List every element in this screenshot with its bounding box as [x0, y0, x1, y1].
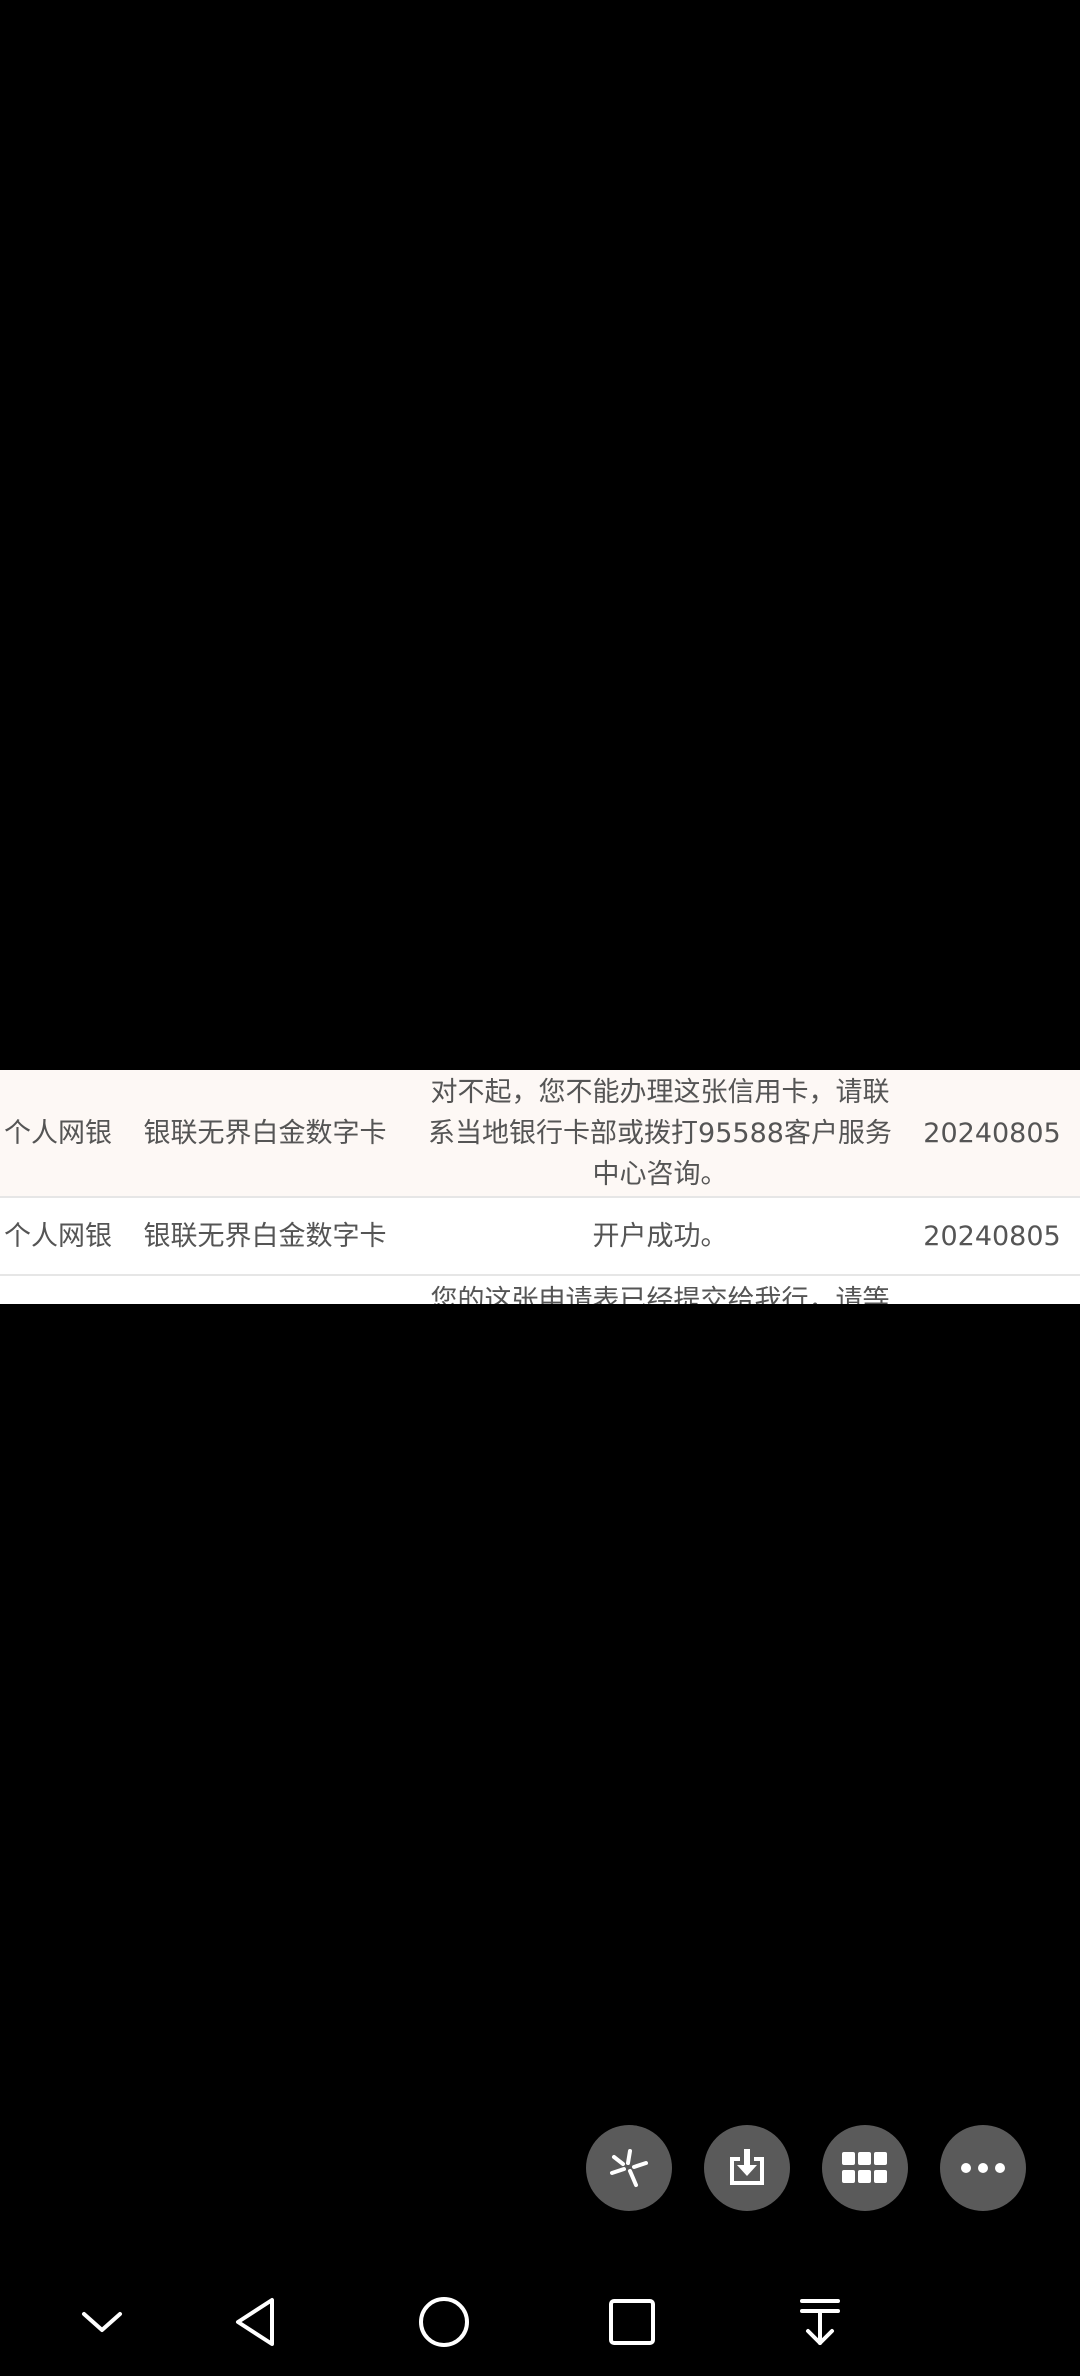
collapse-arrow-icon	[800, 2299, 840, 2345]
table-row[interactable]: 个人网银 银联无界白金数字卡 开户成功。 20240805	[0, 1198, 1080, 1276]
home-button[interactable]	[412, 2290, 476, 2354]
status-cell: 开户成功。	[592, 1220, 728, 1252]
navigation-bar	[0, 2268, 1080, 2376]
status-cell: 您的这张申请表已经提交给我行，请等待我	[430, 1285, 890, 1304]
recents-button[interactable]	[600, 2290, 664, 2354]
notification-pull-button[interactable]	[788, 2290, 852, 2354]
date-cell: 20240805	[923, 1117, 1061, 1149]
download-button[interactable]	[704, 2125, 790, 2211]
grid-icon	[842, 2152, 887, 2183]
hide-nav-button[interactable]	[70, 2290, 134, 2354]
table-row[interactable]: 个人网银 银联无界白金数字卡 对不起，您不能办理这张信用卡，请联系当地银行卡部或…	[0, 1070, 1080, 1198]
card-cell: 银联无界白金数字卡	[143, 1117, 387, 1149]
pinwheel-button[interactable]	[586, 2125, 672, 2211]
record-table[interactable]: 个人网银 银联无界白金数字卡 对不起，您不能办理这张信用卡，请联系当地银行卡部或…	[0, 1070, 1080, 1304]
back-triangle-icon	[236, 2298, 274, 2346]
chevron-down-icon	[82, 2312, 122, 2332]
back-button[interactable]	[224, 2290, 288, 2354]
channel-cell: 个人网银	[4, 1117, 112, 1149]
more-icon	[961, 2163, 1005, 2173]
pinwheel-icon	[610, 2149, 648, 2187]
channel-cell: 个人网银	[4, 1220, 112, 1252]
card-cell: 银联无界白金数字卡	[143, 1220, 387, 1252]
screen: 个人网银 银联无界白金数字卡 对不起，您不能办理这张信用卡，请联系当地银行卡部或…	[0, 0, 1080, 2376]
date-cell: 20240805	[923, 1220, 1061, 1252]
home-circle-icon	[419, 2297, 469, 2347]
table-row[interactable]: 您的这张申请表已经提交给我行，请等待我	[0, 1276, 1080, 1304]
status-cell: 对不起，您不能办理这张信用卡，请联系当地银行卡部或拨打95588客户服务中心咨询…	[428, 1076, 892, 1190]
more-button[interactable]	[940, 2125, 1026, 2211]
download-icon	[730, 2149, 764, 2185]
recents-square-icon	[609, 2299, 655, 2345]
apps-grid-button[interactable]	[822, 2125, 908, 2211]
